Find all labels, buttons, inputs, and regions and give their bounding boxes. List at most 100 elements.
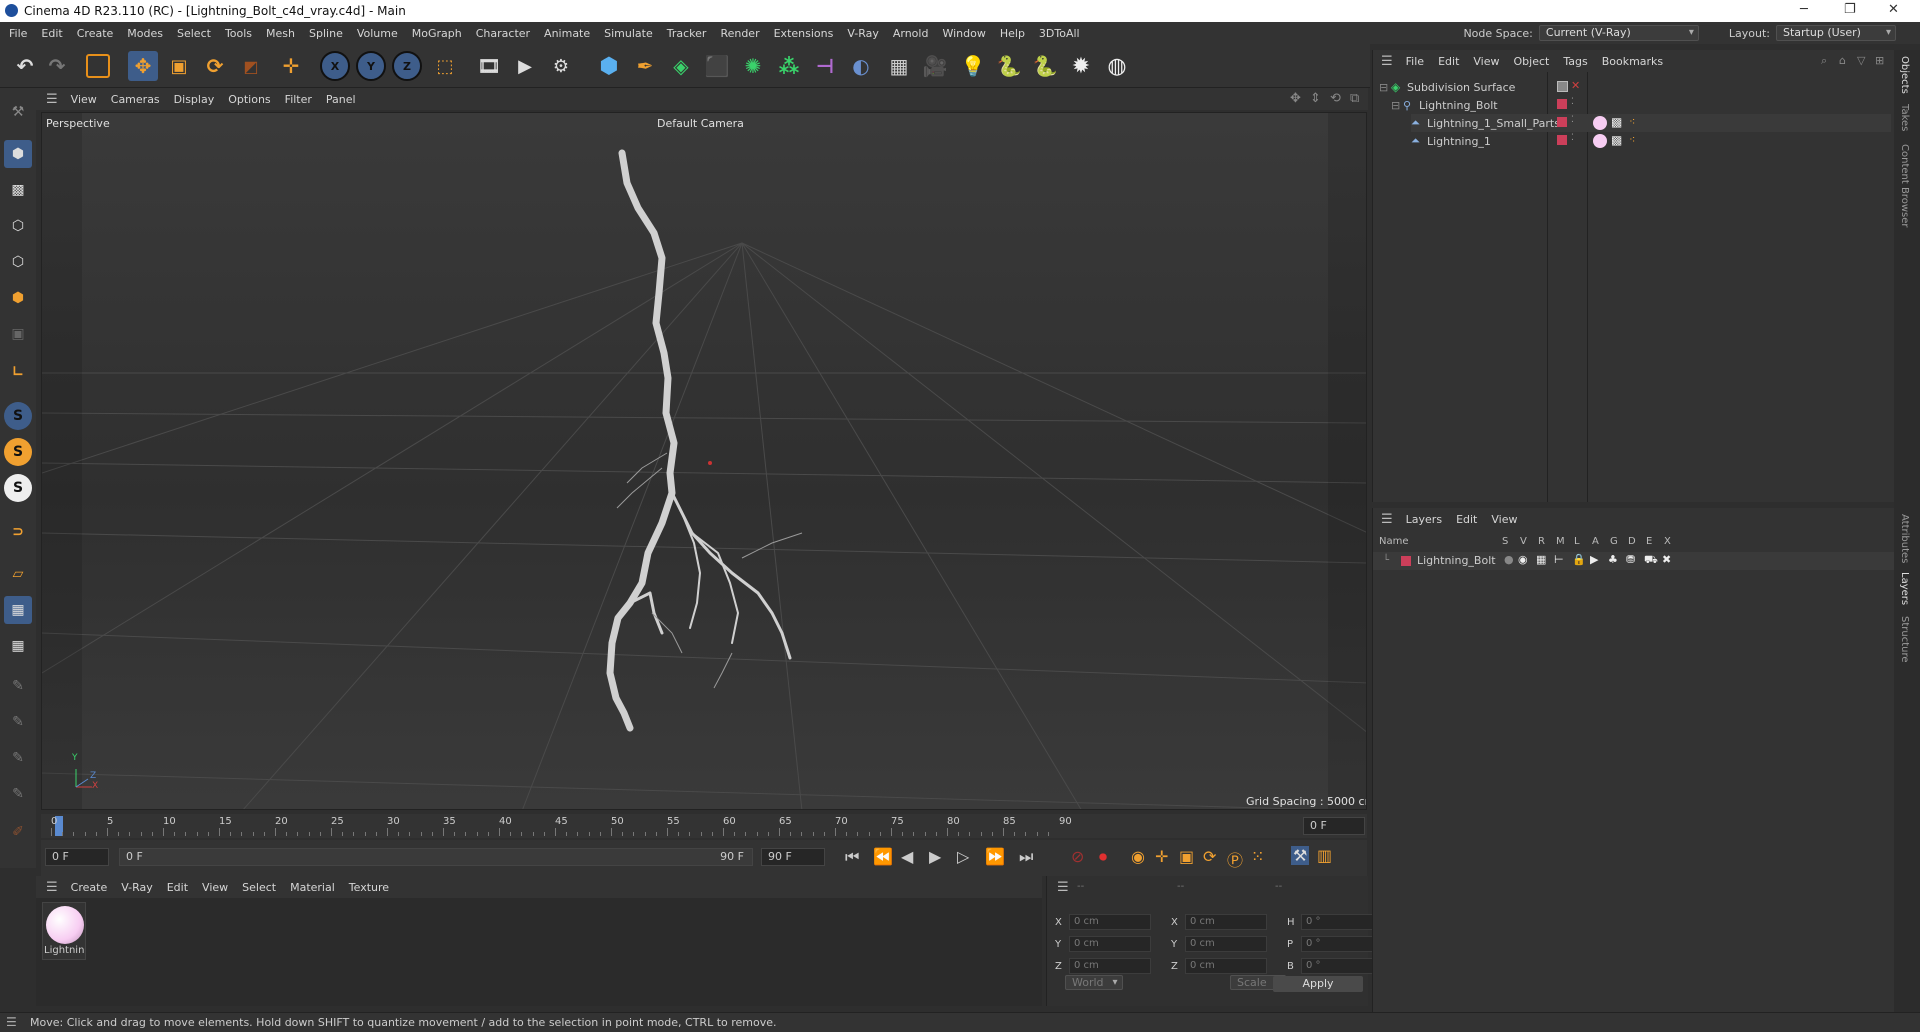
key-pla-icon[interactable]: ⁙ (1251, 847, 1264, 866)
layer-col-g[interactable]: G (1610, 536, 1618, 547)
recent-tool-icon[interactable]: ◩ (236, 51, 266, 81)
camera-icon[interactable]: 🎥 (920, 51, 950, 81)
generators-icon[interactable]: ♣ (1608, 553, 1618, 566)
menu-render[interactable]: Render (713, 27, 766, 40)
layout-dropdown[interactable]: Startup (User) (1776, 25, 1896, 41)
points-mode-icon[interactable]: ⬡ (4, 212, 32, 240)
material-swatch[interactable]: Lightnin (42, 902, 86, 960)
tab-takes[interactable]: Takes (1899, 104, 1910, 131)
python-icon[interactable]: 🐍 (994, 51, 1024, 81)
rotate-icon[interactable]: ⟳ (200, 51, 230, 81)
layers-menu-edit[interactable]: Edit (1449, 513, 1484, 526)
objects-menu-bookmarks[interactable]: Bookmarks (1595, 55, 1670, 68)
objects-menu-tags[interactable]: Tags (1556, 55, 1594, 68)
position-y-field[interactable]: 0 cm (1069, 936, 1151, 952)
object-row-lightning-small-parts[interactable]: ⏶ Lightning_1_Small_Parts ⁚ ▩ ⁖ (1411, 114, 1891, 132)
render-view-icon[interactable]: 🎞 (474, 51, 504, 81)
visibility-dots-icon[interactable]: ⁚ (1571, 115, 1574, 125)
viewport-menu-cameras[interactable]: Cameras (104, 93, 167, 106)
zoom-view-icon[interactable]: ⇕ (1310, 91, 1321, 106)
start-frame-field[interactable]: 0 F (45, 848, 109, 866)
manager-icon[interactable]: ⊢ (1554, 553, 1564, 566)
material-hamburger-icon[interactable]: ☰ (46, 880, 58, 895)
material-menu-select[interactable]: Select (235, 881, 283, 894)
python-script-icon[interactable]: 🐍 (1030, 51, 1060, 81)
object-row-lightning-1[interactable]: ⏶ Lightning_1 ⁚ ▩ ⁖ (1411, 132, 1891, 150)
3d-viewport[interactable]: Perspective Default Camera Grid Spacing … (41, 112, 1367, 810)
pan-view-icon[interactable]: ✥ (1290, 91, 1301, 106)
coords-hamburger-icon[interactable]: ☰ (1057, 880, 1069, 895)
object-row-lightning-bolt[interactable]: ⊟ ⚲ Lightning_Bolt ⁚ (1391, 96, 1891, 114)
render-settings-icon[interactable]: ⚙ (546, 51, 576, 81)
subdivision-icon[interactable]: ◈ (666, 51, 696, 81)
previous-frame-icon[interactable]: ◀ (901, 847, 913, 866)
snap-icon[interactable]: S (4, 402, 32, 430)
next-key-icon[interactable]: ⏩ (985, 847, 1005, 866)
material-menu-edit[interactable]: Edit (160, 881, 195, 894)
phong-tag-icon[interactable]: ⁖ (1629, 133, 1635, 146)
xrefs-icon[interactable]: ✖ (1662, 553, 1671, 566)
menu-mesh[interactable]: Mesh (259, 27, 302, 40)
material-menu-vray[interactable]: V-Ray (114, 881, 160, 894)
preview-range-slider[interactable]: 0 F 90 F (119, 848, 753, 866)
go-to-start-icon[interactable]: ⏮ (845, 847, 859, 867)
previous-key-icon[interactable]: ⏪ (873, 847, 893, 866)
texture-mode-icon[interactable]: ▩ (4, 176, 32, 204)
menu-tools[interactable]: Tools (218, 27, 259, 40)
edges-mode-icon[interactable]: ⬡ (4, 248, 32, 276)
cube-icon[interactable]: ⬢ (594, 51, 624, 81)
layers-hamburger-icon[interactable]: ☰ (1381, 512, 1393, 527)
mograph-icon[interactable]: ⁂ (774, 51, 804, 81)
layer-col-m[interactable]: M (1556, 536, 1565, 547)
layer-name[interactable]: Lightning_Bolt (1417, 554, 1496, 567)
objects-hamburger-icon[interactable]: ☰ (1381, 54, 1393, 69)
uvw-tag-icon[interactable]: ▩ (1611, 133, 1622, 147)
layer-col-r[interactable]: R (1538, 536, 1545, 547)
autokey-icon[interactable]: ⏺ (1099, 847, 1107, 867)
position-z-field[interactable]: 0 cm (1069, 958, 1151, 974)
material-tag-icon[interactable] (1593, 134, 1607, 148)
size-x-field[interactable]: 0 cm (1185, 914, 1267, 930)
brush-r-icon[interactable]: ✎ (4, 744, 32, 772)
floor-icon[interactable]: ▦ (884, 51, 914, 81)
coordinate-mode-dropdown[interactable]: World (1065, 975, 1123, 990)
render-picture-viewer-icon[interactable]: ▶ (510, 51, 540, 81)
move-icon[interactable]: ✥ (128, 51, 158, 81)
layer-col-x[interactable]: X (1664, 536, 1671, 547)
pen-spline-icon[interactable]: ✒ (630, 51, 660, 81)
material-menu-material[interactable]: Material (283, 881, 342, 894)
viewport-menu-view[interactable]: View (64, 93, 104, 106)
layer-col-d[interactable]: D (1628, 536, 1636, 547)
tab-attributes[interactable]: Attributes (1899, 514, 1910, 563)
record-icon[interactable]: ⊘ (1071, 847, 1084, 866)
next-frame-icon[interactable]: ▷ (957, 847, 969, 866)
z-axis-lock-icon[interactable]: Z (392, 51, 422, 81)
menu-vray[interactable]: V-Ray (840, 27, 886, 40)
workplane-icon[interactable]: ▱ (4, 560, 32, 588)
axis-mode-icon[interactable]: ∟ (4, 358, 32, 386)
close-icon[interactable]: ✕ (1888, 2, 1899, 17)
light-icon[interactable]: 💡 (958, 51, 988, 81)
deformers-icon[interactable]: ⛃ (1626, 553, 1635, 566)
viewport-menu-filter[interactable]: Filter (278, 93, 319, 106)
menu-simulate[interactable]: Simulate (597, 27, 660, 40)
visible-eye-icon[interactable]: ◉ (1518, 553, 1528, 566)
tab-layers[interactable]: Layers (1899, 572, 1910, 605)
menu-character[interactable]: Character (469, 27, 537, 40)
layer-color-chip[interactable] (1557, 135, 1567, 145)
objects-menu-object[interactable]: Object (1507, 55, 1557, 68)
undo-icon[interactable]: ↶ (10, 51, 40, 81)
material-tag-icon[interactable] (1593, 116, 1607, 130)
menu-create[interactable]: Create (70, 27, 121, 40)
make-editable-icon[interactable]: ⚒ (4, 98, 32, 126)
viewport-menu-display[interactable]: Display (167, 93, 222, 106)
transform-icon[interactable]: ✛ (276, 51, 306, 81)
polygons-mode-icon[interactable]: ⬢ (4, 284, 32, 312)
magnet-icon[interactable]: ⊃ (4, 518, 32, 546)
position-x-field[interactable]: 0 cm (1069, 914, 1151, 930)
menu-select[interactable]: Select (170, 27, 218, 40)
end-frame-field[interactable]: 90 F (761, 848, 825, 866)
objects-menu-edit[interactable]: Edit (1431, 55, 1466, 68)
deformer-icon[interactable]: ⊣ (810, 51, 840, 81)
layers-menu-view[interactable]: View (1484, 513, 1524, 526)
